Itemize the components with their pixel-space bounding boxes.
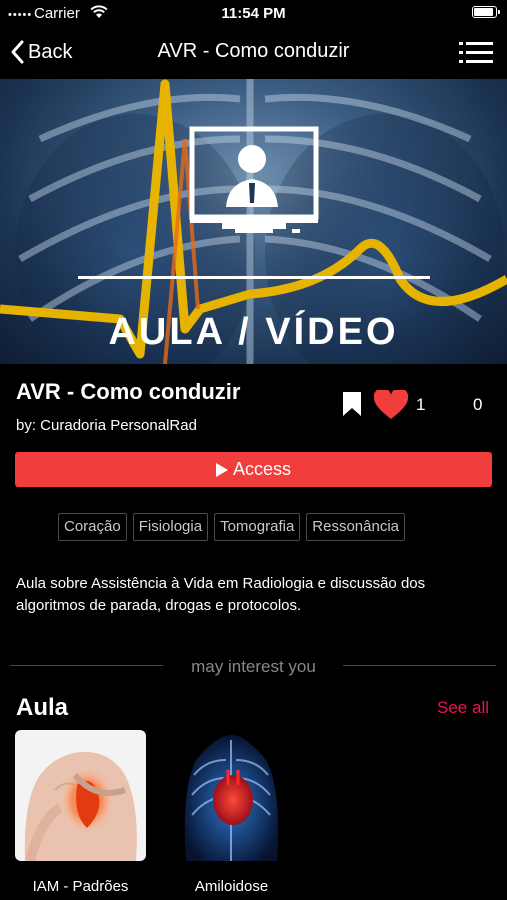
lesson-title: AVR - Como conduzir (16, 379, 241, 404)
lesson-description: Aula sobre Assistência à Vida em Radiolo… (16, 575, 426, 614)
nav-title: AVR - Como conduzir (157, 40, 350, 62)
see-all-link[interactable]: See all (437, 698, 489, 718)
tag-ressonancia[interactable]: Ressonância (306, 513, 405, 541)
hero-image: AULA / VÍDEO (0, 79, 507, 364)
list-menu-icon[interactable] (459, 40, 493, 66)
like-count: 1 (416, 395, 426, 414)
battery-icon (472, 6, 500, 18)
card-label: IAM - Padrões (32, 878, 129, 895)
tag-coracao[interactable]: Coração (58, 513, 127, 541)
lesson-author: by: Curadoria PersonalRad (16, 417, 197, 434)
suggestion-card[interactable]: Amiloidose (166, 730, 297, 895)
divider-label: may interest you (191, 657, 316, 676)
thumbnail-amiloidose (166, 730, 297, 861)
card-label: Amiloidose (194, 878, 269, 895)
status-bar: ••••• Carrier 11:54 PM (0, 0, 507, 28)
clock: 11:54 PM (221, 5, 286, 22)
play-icon (215, 462, 228, 477)
tag-tomografia[interactable]: Tomografia (214, 513, 301, 541)
nav-bar: Back AVR - Como conduzir (0, 28, 507, 78)
heart-icon[interactable] (374, 390, 408, 420)
divider-right (343, 665, 496, 666)
comment-count: 0 (473, 395, 483, 414)
access-button[interactable]: Access (15, 452, 492, 487)
suggestion-card[interactable]: IAM - Padrões (15, 730, 146, 895)
thumbnail-iam (15, 730, 146, 861)
access-label: Access (232, 459, 292, 479)
tag-fisiologia[interactable]: Fisiologia (132, 513, 209, 541)
section-title: Aula (16, 694, 69, 721)
hero-label: AULA / VÍDEO (108, 311, 399, 353)
tag-list: Coração Fisiologia Tomografia Ressonânci… (58, 513, 405, 541)
bookmark-icon[interactable] (342, 391, 362, 417)
